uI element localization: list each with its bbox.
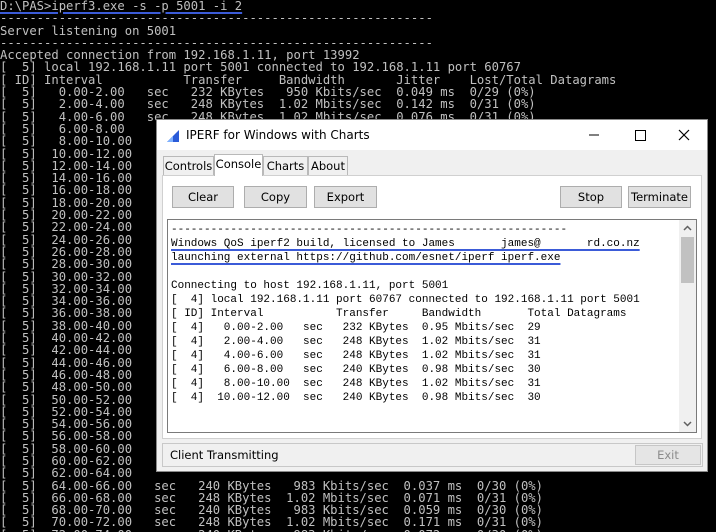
output-line: Windows QoS iperf2 build, licensed to Ja… [171,238,640,250]
minimize-icon [589,134,599,136]
output-line: [ 4] local 192.168.1.11 port 60767 conne… [171,294,640,306]
scroll-up-icon[interactable] [679,220,696,237]
clear-button[interactable]: Clear [172,186,234,208]
exit-button[interactable]: Exit [635,445,701,465]
status-bar: Client Transmitting Exit [162,443,703,467]
output-line: [ ID] Interval Transfer Bandwidth Total … [171,308,627,320]
output-line: [ 4] 2.00-4.00 sec 248 KBytes 1.02 Mbits… [171,336,541,348]
tab-about[interactable]: About [308,156,348,175]
console-panel: Clear Copy Export Stop Terminate -------… [162,175,702,439]
console-line: [ 5] 70.00-72.00 sec 248 KBytes 1.02 Mbi… [0,515,543,530]
output-line: launching external https://github.com/es… [171,252,561,264]
console-line: [ 5] local 192.168.1.11 port 5001 connec… [0,60,521,75]
close-button[interactable] [661,120,707,150]
window-title: IPERF for Windows with Charts [186,128,370,142]
export-button[interactable]: Export [314,186,377,208]
output-line: ----------------------------------------… [171,224,568,236]
tab-console[interactable]: Console [214,154,263,176]
maximize-icon [635,130,646,141]
status-text: Client Transmitting [170,448,279,462]
title-bar[interactable]: IPERF for Windows with Charts [157,120,707,150]
terminate-button[interactable]: Terminate [628,186,691,208]
app-icon [167,130,179,142]
tab-strip: Controls Console Charts About [161,154,701,176]
scrollbar-thumb[interactable] [681,237,694,283]
output-line: [ 4] 8.00-10.00 sec 248 KBytes 1.02 Mbit… [171,378,541,390]
iperf-window: IPERF for Windows with Charts Controls C… [156,119,708,472]
output-line: [ 4] 6.00-8.00 sec 240 KBytes 0.98 Mbits… [171,364,541,376]
console-line: ----------------------------------------… [0,11,433,26]
scroll-down-icon[interactable] [679,415,696,432]
vertical-scrollbar[interactable] [679,220,696,432]
output-line: [ 4] 10.00-12.00 sec 240 KBytes 0.98 Mbi… [171,392,541,404]
tab-charts[interactable]: Charts [263,156,308,175]
maximize-button[interactable] [617,120,663,150]
copy-button[interactable]: Copy [244,186,307,208]
output-line: [ 4] 0.00-2.00 sec 232 KBytes 0.95 Mbits… [171,322,541,334]
console-output-box[interactable]: ----------------------------------------… [167,219,697,433]
tab-controls[interactable]: Controls [163,156,214,175]
stop-button[interactable]: Stop [560,186,622,208]
output-line: Connecting to host 192.168.1.11, port 50… [171,280,449,292]
close-icon [678,129,690,141]
output-line: [ 4] 4.00-6.00 sec 248 KBytes 1.02 Mbits… [171,350,541,362]
console-output-text: ----------------------------------------… [171,223,675,405]
minimize-button[interactable] [571,120,617,150]
console-line: [ 5] 2.00-4.00 sec 248 KBytes 1.02 Mbits… [0,97,536,112]
